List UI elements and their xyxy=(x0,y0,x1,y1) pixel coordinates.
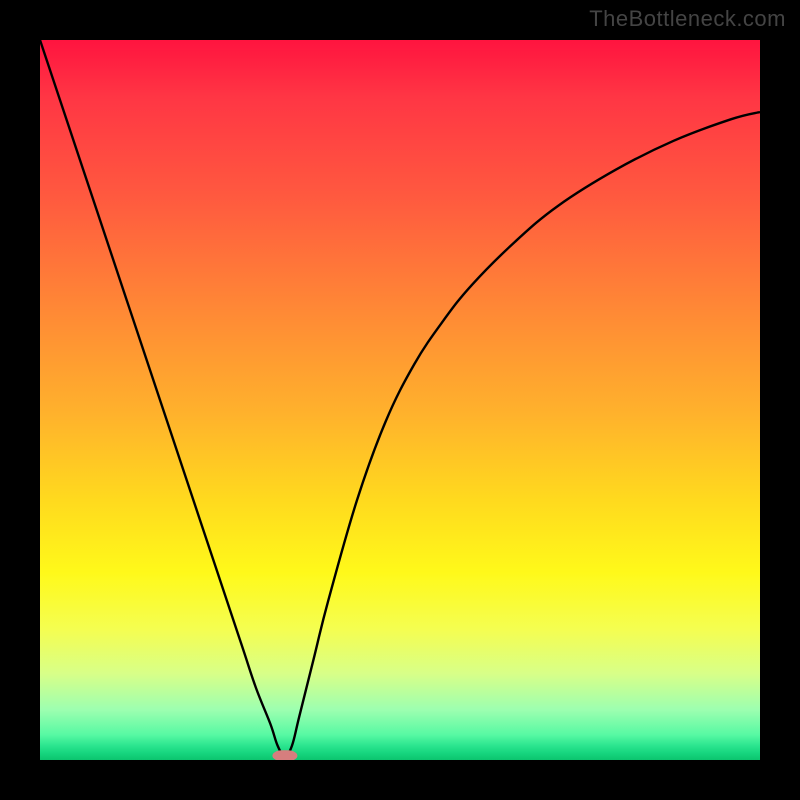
dip-marker xyxy=(272,750,297,760)
watermark-text: TheBottleneck.com xyxy=(589,6,786,32)
chart-frame: TheBottleneck.com xyxy=(0,0,800,800)
bottleneck-curve xyxy=(40,40,760,756)
plot-area xyxy=(40,40,760,760)
curve-svg xyxy=(40,40,760,760)
